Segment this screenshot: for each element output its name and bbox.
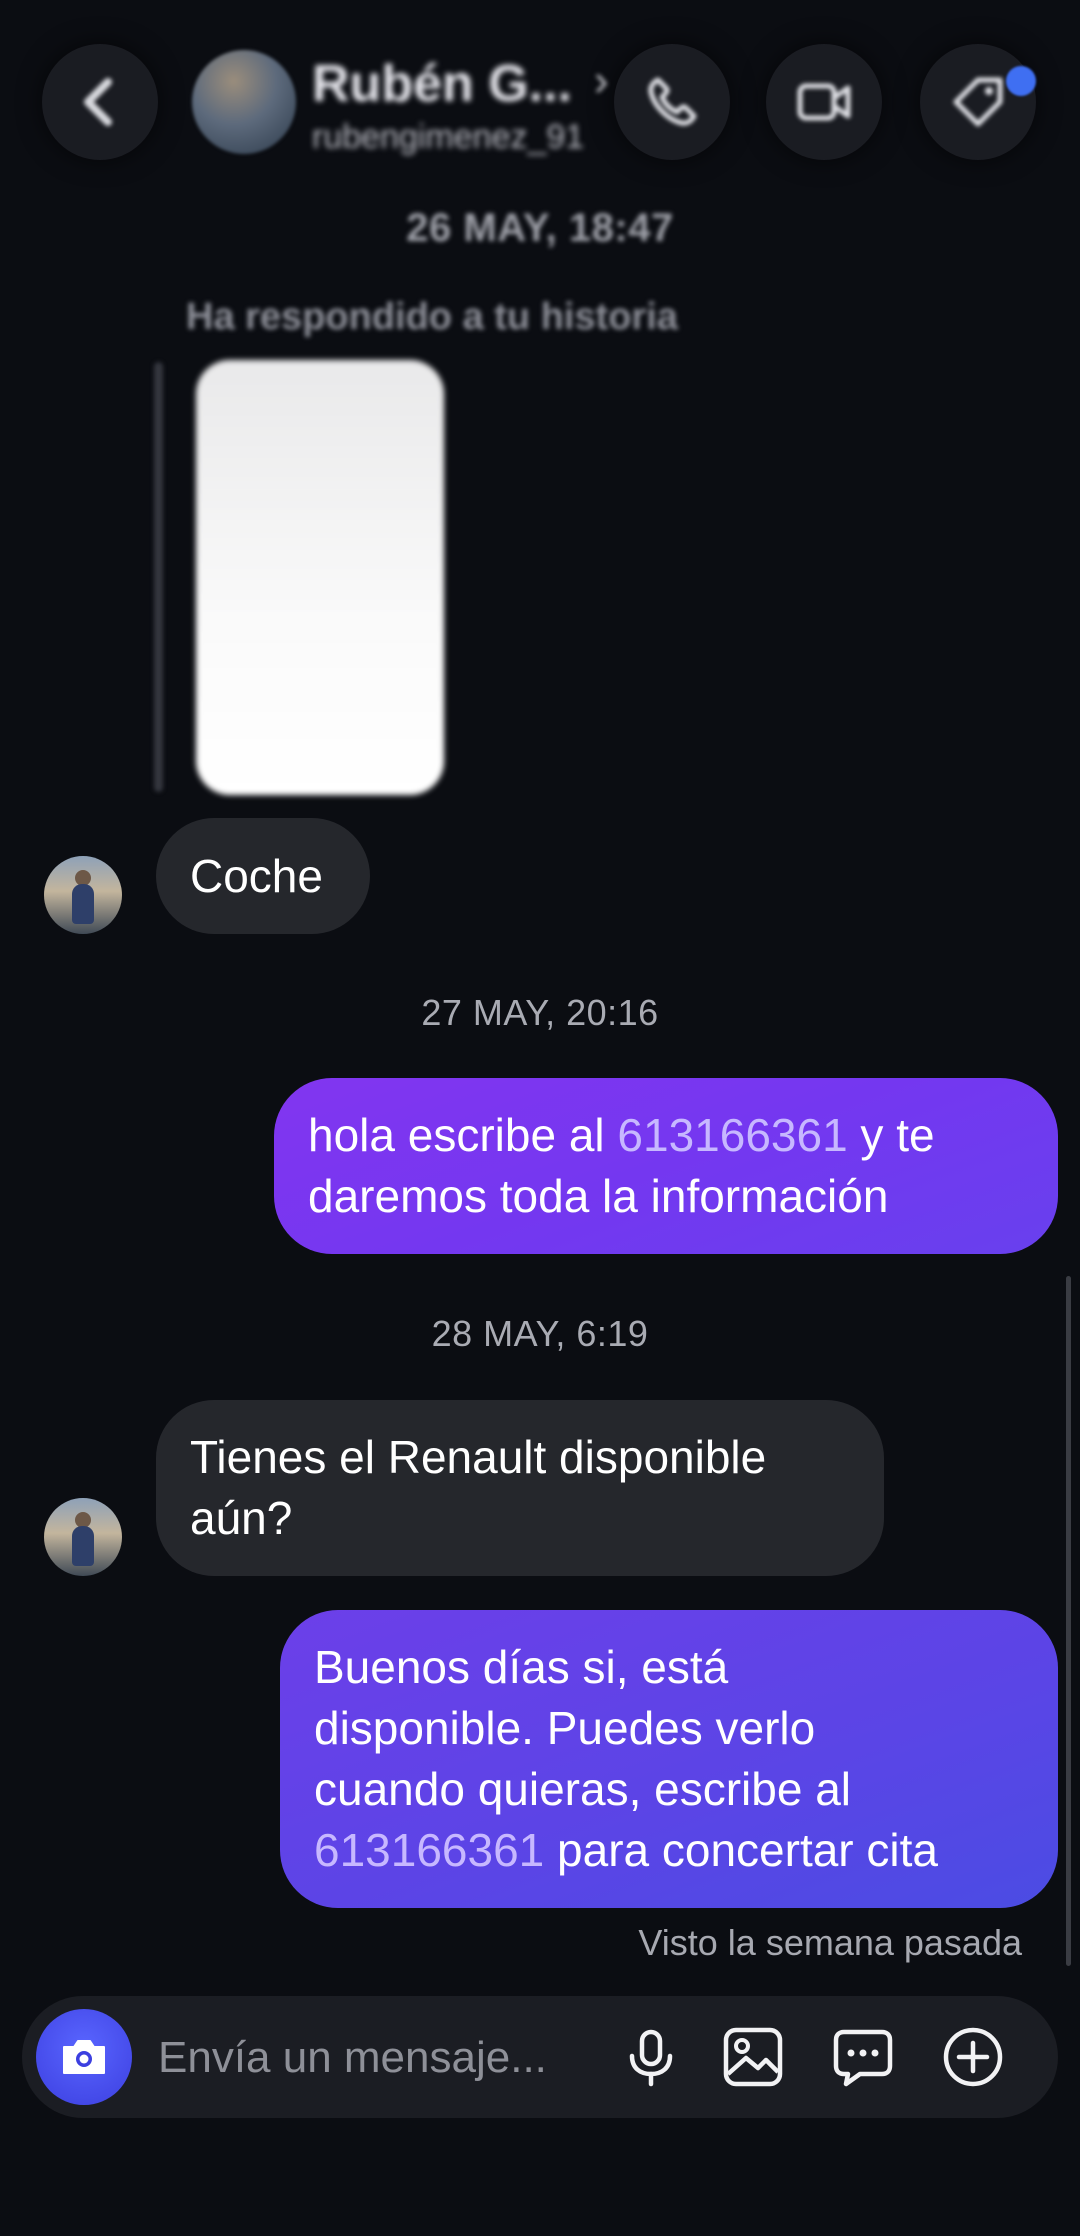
chevron-right-icon: › xyxy=(594,56,609,105)
contact-avatar[interactable] xyxy=(192,50,296,154)
dm-thread-screen: Rubén G... › rubengimenez_91 26 MAY, 18:… xyxy=(0,0,1080,2236)
avatar[interactable] xyxy=(44,1498,122,1576)
video-camera-icon xyxy=(797,83,851,121)
thread-header: Rubén G... › rubengimenez_91 xyxy=(0,0,1080,200)
sticker-button[interactable] xyxy=(826,2020,900,2094)
add-button[interactable] xyxy=(936,2020,1010,2094)
avatar[interactable] xyxy=(44,856,122,934)
phone-link[interactable]: 613166361 xyxy=(617,1109,847,1161)
message-composer xyxy=(22,1996,1058,2118)
scrollbar[interactable] xyxy=(1066,1276,1071,1966)
message-input[interactable] xyxy=(156,2018,620,2098)
story-reply-bar xyxy=(154,362,163,792)
video-call-button[interactable] xyxy=(766,44,882,160)
timestamp: 28 MAY, 6:19 xyxy=(431,1313,649,1354)
outgoing-message[interactable]: Buenos días si, está disponible. Puedes … xyxy=(280,1610,1058,1908)
message-text: Coche xyxy=(190,849,323,902)
image-icon xyxy=(723,2027,783,2087)
outgoing-message[interactable]: hola escribe al 613166361 y te daremos t… xyxy=(274,1078,1058,1254)
back-button[interactable] xyxy=(42,44,158,160)
phone-icon xyxy=(648,77,697,126)
contact-name[interactable]: Rubén G... xyxy=(312,54,572,114)
voice-message-button[interactable] xyxy=(614,2020,688,2094)
camera-button[interactable] xyxy=(36,2009,132,2105)
message-text: Tienes el Renault disponible aún? xyxy=(190,1431,767,1544)
timestamp: 26 MAY, 18:47 xyxy=(406,206,674,250)
timestamp: 27 MAY, 20:16 xyxy=(421,992,659,1033)
plus-circle-icon xyxy=(943,2027,1003,2087)
call-button[interactable] xyxy=(614,44,730,160)
message-text: Buenos días si, está disponible. Puedes … xyxy=(314,1641,938,1876)
message-text: hola escribe al 613166361 y te daremos t… xyxy=(308,1109,935,1222)
chat-bubble-icon xyxy=(833,2029,893,2087)
gallery-button[interactable] xyxy=(716,2020,790,2094)
camera-icon xyxy=(63,2040,105,2074)
tag-button[interactable] xyxy=(920,44,1036,160)
bottom-safe-area xyxy=(0,2160,1080,2236)
microphone-icon xyxy=(629,2029,673,2087)
incoming-message[interactable]: Tienes el Renault disponible aún? xyxy=(156,1400,884,1576)
phone-link[interactable]: 613166361 xyxy=(314,1824,544,1876)
chevron-left-icon xyxy=(84,78,112,126)
tag-icon xyxy=(953,77,1003,127)
story-reply-label: Ha respondido a tu historia xyxy=(186,296,678,338)
story-thumbnail[interactable] xyxy=(196,360,444,795)
contact-username[interactable]: rubengimenez_91 xyxy=(312,118,584,157)
seen-status: Visto la semana pasada xyxy=(638,1922,1022,1963)
notification-dot xyxy=(1006,66,1036,96)
incoming-message[interactable]: Coche xyxy=(156,818,370,934)
